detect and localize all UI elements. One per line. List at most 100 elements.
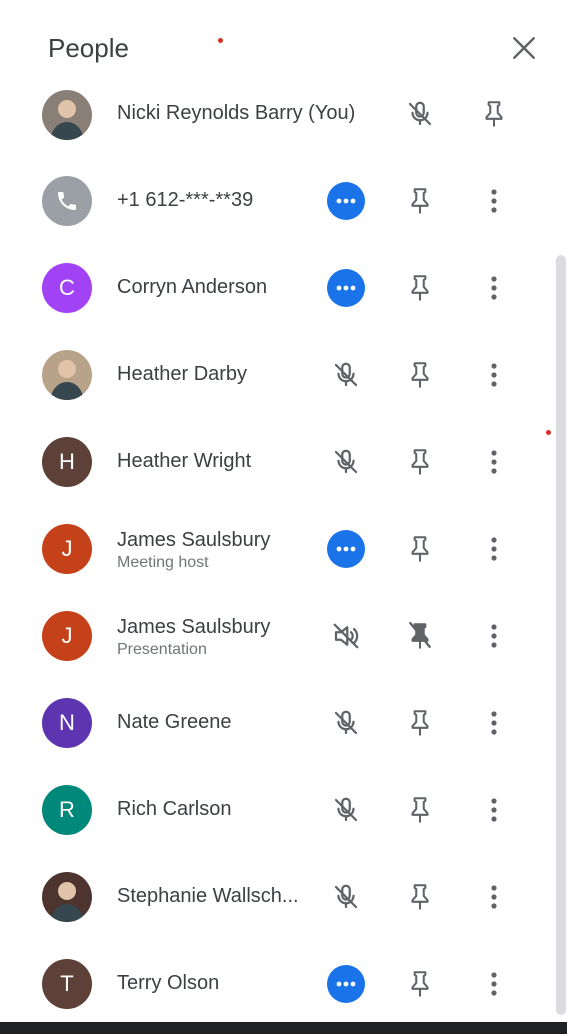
- more-options-button[interactable]: [474, 790, 514, 830]
- more-options-button[interactable]: [474, 877, 514, 917]
- participant-info: Nate Greene: [117, 709, 317, 735]
- mic-muted-button[interactable]: [326, 790, 366, 830]
- mic-off-icon: [331, 882, 361, 912]
- mute-audio-button[interactable]: [326, 616, 366, 656]
- participant-row[interactable]: Stephanie Wallsch...: [0, 853, 555, 940]
- recording-dot: [218, 38, 223, 43]
- recording-dot: [546, 430, 551, 435]
- participant-info: Heather Darby: [117, 361, 317, 387]
- participant-info: Corryn Anderson: [117, 274, 317, 300]
- pin-button[interactable]: [400, 616, 440, 656]
- pin-button[interactable]: [400, 268, 440, 308]
- pin-icon: [407, 186, 433, 216]
- participant-row[interactable]: J James Saulsbury Presentation: [0, 592, 555, 679]
- pin-off-icon: [406, 621, 434, 651]
- mic-muted-button[interactable]: [326, 355, 366, 395]
- participant-info: Rich Carlson: [117, 796, 317, 822]
- more-options-button[interactable]: [474, 964, 514, 1004]
- more-vert-icon: [490, 275, 498, 301]
- people-panel: People Nicki Reynolds Barry (You) +1 612-…: [0, 0, 567, 1034]
- participant-row[interactable]: R Rich Carlson: [0, 766, 555, 853]
- avatar: N: [42, 697, 92, 748]
- avatar-photo: [42, 90, 92, 140]
- pin-icon: [407, 447, 433, 477]
- mic-muted-button[interactable]: [400, 94, 440, 134]
- avatar-photo: [42, 349, 92, 400]
- participant-row[interactable]: H Heather Wright: [0, 418, 555, 505]
- more-options-button[interactable]: [474, 442, 514, 482]
- participant-row[interactable]: +1 612-***-**39: [0, 157, 555, 244]
- speaking-indicator[interactable]: [326, 268, 366, 308]
- avatar: [42, 175, 92, 226]
- avatar-initial: N: [59, 709, 75, 735]
- speaking-indicator[interactable]: [326, 181, 366, 221]
- participant-row[interactable]: J James Saulsbury Meeting host: [0, 505, 555, 592]
- mic-muted-button[interactable]: [326, 703, 366, 743]
- speaking-indicator[interactable]: [326, 529, 366, 569]
- participant-info: Nicki Reynolds Barry (You): [117, 100, 355, 126]
- avatar: T: [42, 958, 92, 1009]
- more-options-button[interactable]: [474, 181, 514, 221]
- pin-icon: [407, 534, 433, 564]
- pin-button[interactable]: [400, 703, 440, 743]
- more-vert-icon: [490, 710, 498, 736]
- pin-icon: [407, 708, 433, 738]
- participant-row[interactable]: T Terry Olson: [0, 940, 555, 1020]
- pin-button[interactable]: [400, 964, 440, 1004]
- avatar: H: [42, 436, 92, 487]
- participant-name: Stephanie Wallsch...: [117, 885, 299, 907]
- avatar: C: [42, 262, 92, 313]
- pin-button[interactable]: [400, 877, 440, 917]
- participant-name: Heather Darby: [117, 363, 248, 385]
- more-options-button[interactable]: [474, 616, 514, 656]
- more-vert-icon: [490, 623, 498, 649]
- participant-row[interactable]: N Nate Greene: [0, 679, 555, 766]
- mic-off-icon: [405, 99, 435, 129]
- pin-button[interactable]: [400, 181, 440, 221]
- phone-icon: [55, 189, 79, 213]
- participant-info: Stephanie Wallsch...: [117, 883, 317, 909]
- avatar-initial: C: [59, 274, 75, 300]
- more-options-button[interactable]: [474, 529, 514, 569]
- close-icon: [513, 37, 535, 59]
- more-options-button[interactable]: [474, 268, 514, 308]
- participant-name: James Saulsbury: [117, 616, 271, 638]
- participant-info: James Saulsbury Presentation: [117, 614, 317, 660]
- participant-info: James Saulsbury Meeting host: [117, 527, 317, 573]
- speaking-dots-icon: [327, 181, 365, 220]
- avatar: J: [42, 610, 92, 661]
- participant-info: Terry Olson: [117, 970, 317, 996]
- participant-info: Heather Wright: [117, 448, 317, 474]
- pin-button[interactable]: [400, 442, 440, 482]
- participant-row[interactable]: C Corryn Anderson: [0, 244, 555, 331]
- mic-off-icon: [331, 360, 361, 390]
- more-vert-icon: [490, 188, 498, 214]
- participant-name: +1 612-***-**39: [117, 189, 254, 211]
- participant-name: James Saulsbury: [117, 529, 271, 551]
- pin-button[interactable]: [474, 94, 514, 134]
- more-vert-icon: [490, 449, 498, 475]
- pin-icon: [407, 882, 433, 912]
- mic-muted-button[interactable]: [326, 877, 366, 917]
- scrollbar[interactable]: [556, 255, 566, 1015]
- participant-name: Rich Carlson: [117, 798, 232, 820]
- participant-list: Nicki Reynolds Barry (You) +1 612-***-**3…: [0, 70, 567, 1020]
- pin-button[interactable]: [400, 790, 440, 830]
- participant-name: Heather Wright: [117, 450, 252, 472]
- participant-row[interactable]: Nicki Reynolds Barry (You): [0, 70, 555, 157]
- participant-row[interactable]: Heather Darby: [0, 331, 555, 418]
- more-vert-icon: [490, 797, 498, 823]
- speaking-dots-icon: [327, 529, 365, 568]
- pin-button[interactable]: [400, 529, 440, 569]
- avatar-initial: T: [60, 970, 74, 996]
- speaking-dots-icon: [327, 268, 365, 307]
- speaking-indicator[interactable]: [326, 964, 366, 1004]
- more-options-button[interactable]: [474, 703, 514, 743]
- pin-icon: [407, 360, 433, 390]
- participant-role: Meeting host: [117, 554, 209, 571]
- more-vert-icon: [490, 884, 498, 910]
- pin-button[interactable]: [400, 355, 440, 395]
- mic-muted-button[interactable]: [326, 442, 366, 482]
- more-options-button[interactable]: [474, 355, 514, 395]
- close-button[interactable]: [506, 30, 542, 66]
